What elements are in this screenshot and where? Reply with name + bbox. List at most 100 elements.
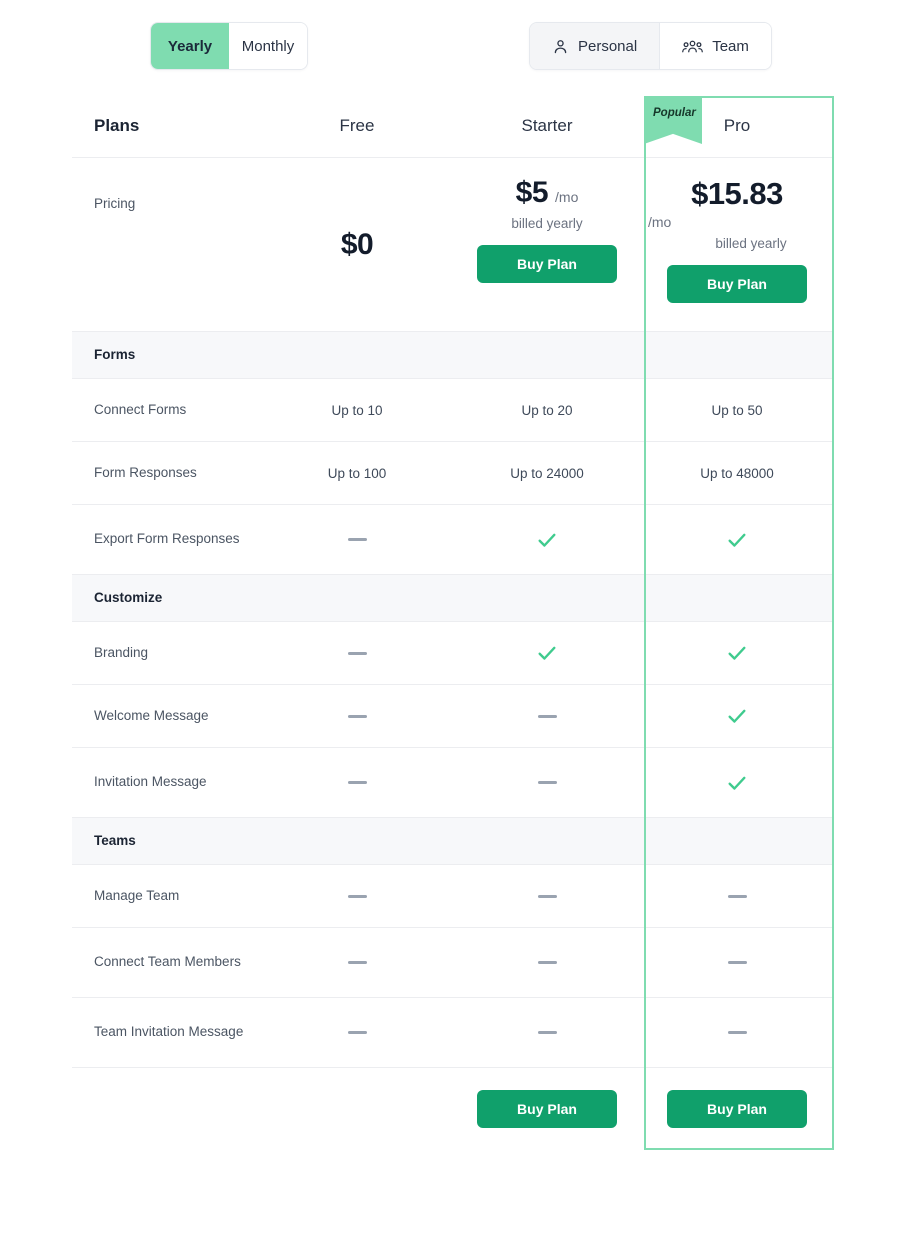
dash-icon xyxy=(347,651,367,655)
buy-plan-button-starter[interactable]: Buy Plan xyxy=(477,245,617,283)
pricing-cell-free: $0 xyxy=(262,158,452,332)
feature-value: Up to 48000 xyxy=(700,465,774,481)
feature-label: Connect Forms xyxy=(94,401,187,417)
feature-cell-free xyxy=(262,622,452,684)
feature-label-cell: Manage Team xyxy=(72,865,262,927)
check-icon xyxy=(726,529,748,551)
audience-option-team[interactable]: Team xyxy=(659,23,771,69)
feature-label: Connect Team Members xyxy=(94,954,241,970)
table-row: Branding xyxy=(72,622,834,685)
feature-cell-pro xyxy=(642,505,832,574)
header-plan-free: Free xyxy=(262,95,452,157)
dash-icon xyxy=(537,781,557,784)
table-row: Invitation Message xyxy=(72,748,834,818)
feature-label: Export Form Responses xyxy=(94,531,240,547)
section-title: Forms xyxy=(94,346,136,362)
feature-label-cell: Team Invitation Message xyxy=(72,998,262,1067)
price-amount-free: $0 xyxy=(340,228,374,261)
feature-cell-free xyxy=(262,865,452,927)
feature-cell-free xyxy=(262,505,452,574)
section-spacer-pro xyxy=(642,818,832,864)
dash-icon xyxy=(727,894,747,898)
table-row: Form Responses Up to 100 Up to 24000 Up to … xyxy=(72,442,834,505)
feature-value: Up to 100 xyxy=(327,465,387,481)
pricing-row-label-cell: Pricing xyxy=(72,158,262,332)
footer-cell-pro: Buy Plan xyxy=(642,1068,832,1150)
feature-cell-free: Up to 100 xyxy=(262,442,452,504)
feature-cell-starter xyxy=(452,505,642,574)
footer-label-cell xyxy=(72,1068,262,1150)
section-spacer-pro xyxy=(642,575,832,621)
person-icon xyxy=(552,38,569,55)
feature-label-cell: Invitation Message xyxy=(72,748,262,817)
check-icon xyxy=(536,642,558,664)
table-footer-row: Buy Plan Buy Plan xyxy=(72,1068,834,1150)
pricing-table: Popular Plans Free Starter Pro Pricing $… xyxy=(72,96,834,1150)
feature-cell-pro: Up to 50 xyxy=(642,379,832,441)
feature-value: Up to 10 xyxy=(331,402,383,418)
check-icon xyxy=(536,529,558,551)
dash-icon xyxy=(347,714,367,718)
audience-option-personal[interactable]: Personal xyxy=(530,23,660,69)
feature-cell-pro xyxy=(642,622,832,684)
feature-cell-starter xyxy=(452,748,642,817)
check-icon xyxy=(726,772,748,794)
buy-plan-button-pro-footer[interactable]: Buy Plan xyxy=(667,1090,807,1128)
section-header-row: Teams xyxy=(72,818,834,865)
feature-cell-pro xyxy=(642,685,832,747)
audience-type-toggle: Personal Team xyxy=(529,22,772,70)
section-header-row: Customize xyxy=(72,575,834,622)
feature-label: Manage Team xyxy=(94,887,180,903)
feature-label-cell: Export Form Responses xyxy=(72,505,262,574)
feature-cell-starter xyxy=(452,685,642,747)
buy-plan-button-starter-footer[interactable]: Buy Plan xyxy=(477,1090,617,1128)
table-row: Export Form Responses xyxy=(72,505,834,575)
price-billed-pro: billed yearly xyxy=(715,236,787,251)
feature-cell-pro xyxy=(642,865,832,927)
header-plan-starter: Starter xyxy=(452,95,642,157)
feature-sections: Forms Connect Forms Up to 10 Up to 20 Up to … xyxy=(72,332,834,1068)
feature-cell-free xyxy=(262,685,452,747)
table-row: Connect Team Members xyxy=(72,928,834,998)
people-group-icon xyxy=(682,38,704,55)
buy-plan-button-pro[interactable]: Buy Plan xyxy=(667,265,807,303)
section-spacer-free xyxy=(262,332,452,378)
table-row: Welcome Message xyxy=(72,685,834,748)
feature-label: Welcome Message xyxy=(94,707,209,723)
pricing-cell-starter: $5 /mo billed yearly Buy Plan xyxy=(452,158,642,332)
price-line-free: $0 xyxy=(340,228,374,262)
feature-cell-starter: Up to 20 xyxy=(452,379,642,441)
feature-cell-starter xyxy=(452,928,642,997)
pricing-row-label: Pricing xyxy=(94,196,136,211)
page-title: Plans xyxy=(94,115,140,135)
section-spacer-starter xyxy=(452,332,642,378)
table-row: Manage Team xyxy=(72,865,834,928)
feature-label: Branding xyxy=(94,644,149,660)
price-period-starter: /mo xyxy=(555,189,579,205)
price-period-pro: /mo xyxy=(648,214,672,230)
feature-cell-starter xyxy=(452,865,642,927)
billing-option-yearly[interactable]: Yearly xyxy=(151,23,229,69)
price-amount-pro: $15.83 xyxy=(691,176,783,211)
feature-cell-starter xyxy=(452,622,642,684)
feature-label-cell: Welcome Message xyxy=(72,685,262,747)
section-spacer-free xyxy=(262,818,452,864)
table-row: Connect Forms Up to 10 Up to 20 Up to 50 xyxy=(72,379,834,442)
table-header-row: Plans Free Starter Pro xyxy=(72,96,834,158)
feature-label-cell: Connect Team Members xyxy=(72,928,262,997)
table-row: Team Invitation Message xyxy=(72,998,834,1068)
section-header-row: Forms xyxy=(72,332,834,379)
feature-label: Team Invitation Message xyxy=(94,1024,244,1040)
section-spacer-pro xyxy=(642,332,832,378)
dash-icon xyxy=(537,894,557,898)
feature-value: Up to 24000 xyxy=(510,465,584,481)
section-spacer-starter xyxy=(452,575,642,621)
feature-label: Invitation Message xyxy=(94,774,207,790)
feature-cell-starter: Up to 24000 xyxy=(452,442,642,504)
feature-cell-free xyxy=(262,998,452,1067)
feature-label-cell: Connect Forms xyxy=(72,379,262,441)
pricing-row: Pricing $0 $5 /mo billed yearly Buy Plan… xyxy=(72,158,834,332)
billing-option-monthly[interactable]: Monthly xyxy=(229,23,307,69)
dash-icon xyxy=(347,781,367,784)
toggle-bar: Yearly Monthly Personal Team xyxy=(0,0,906,96)
